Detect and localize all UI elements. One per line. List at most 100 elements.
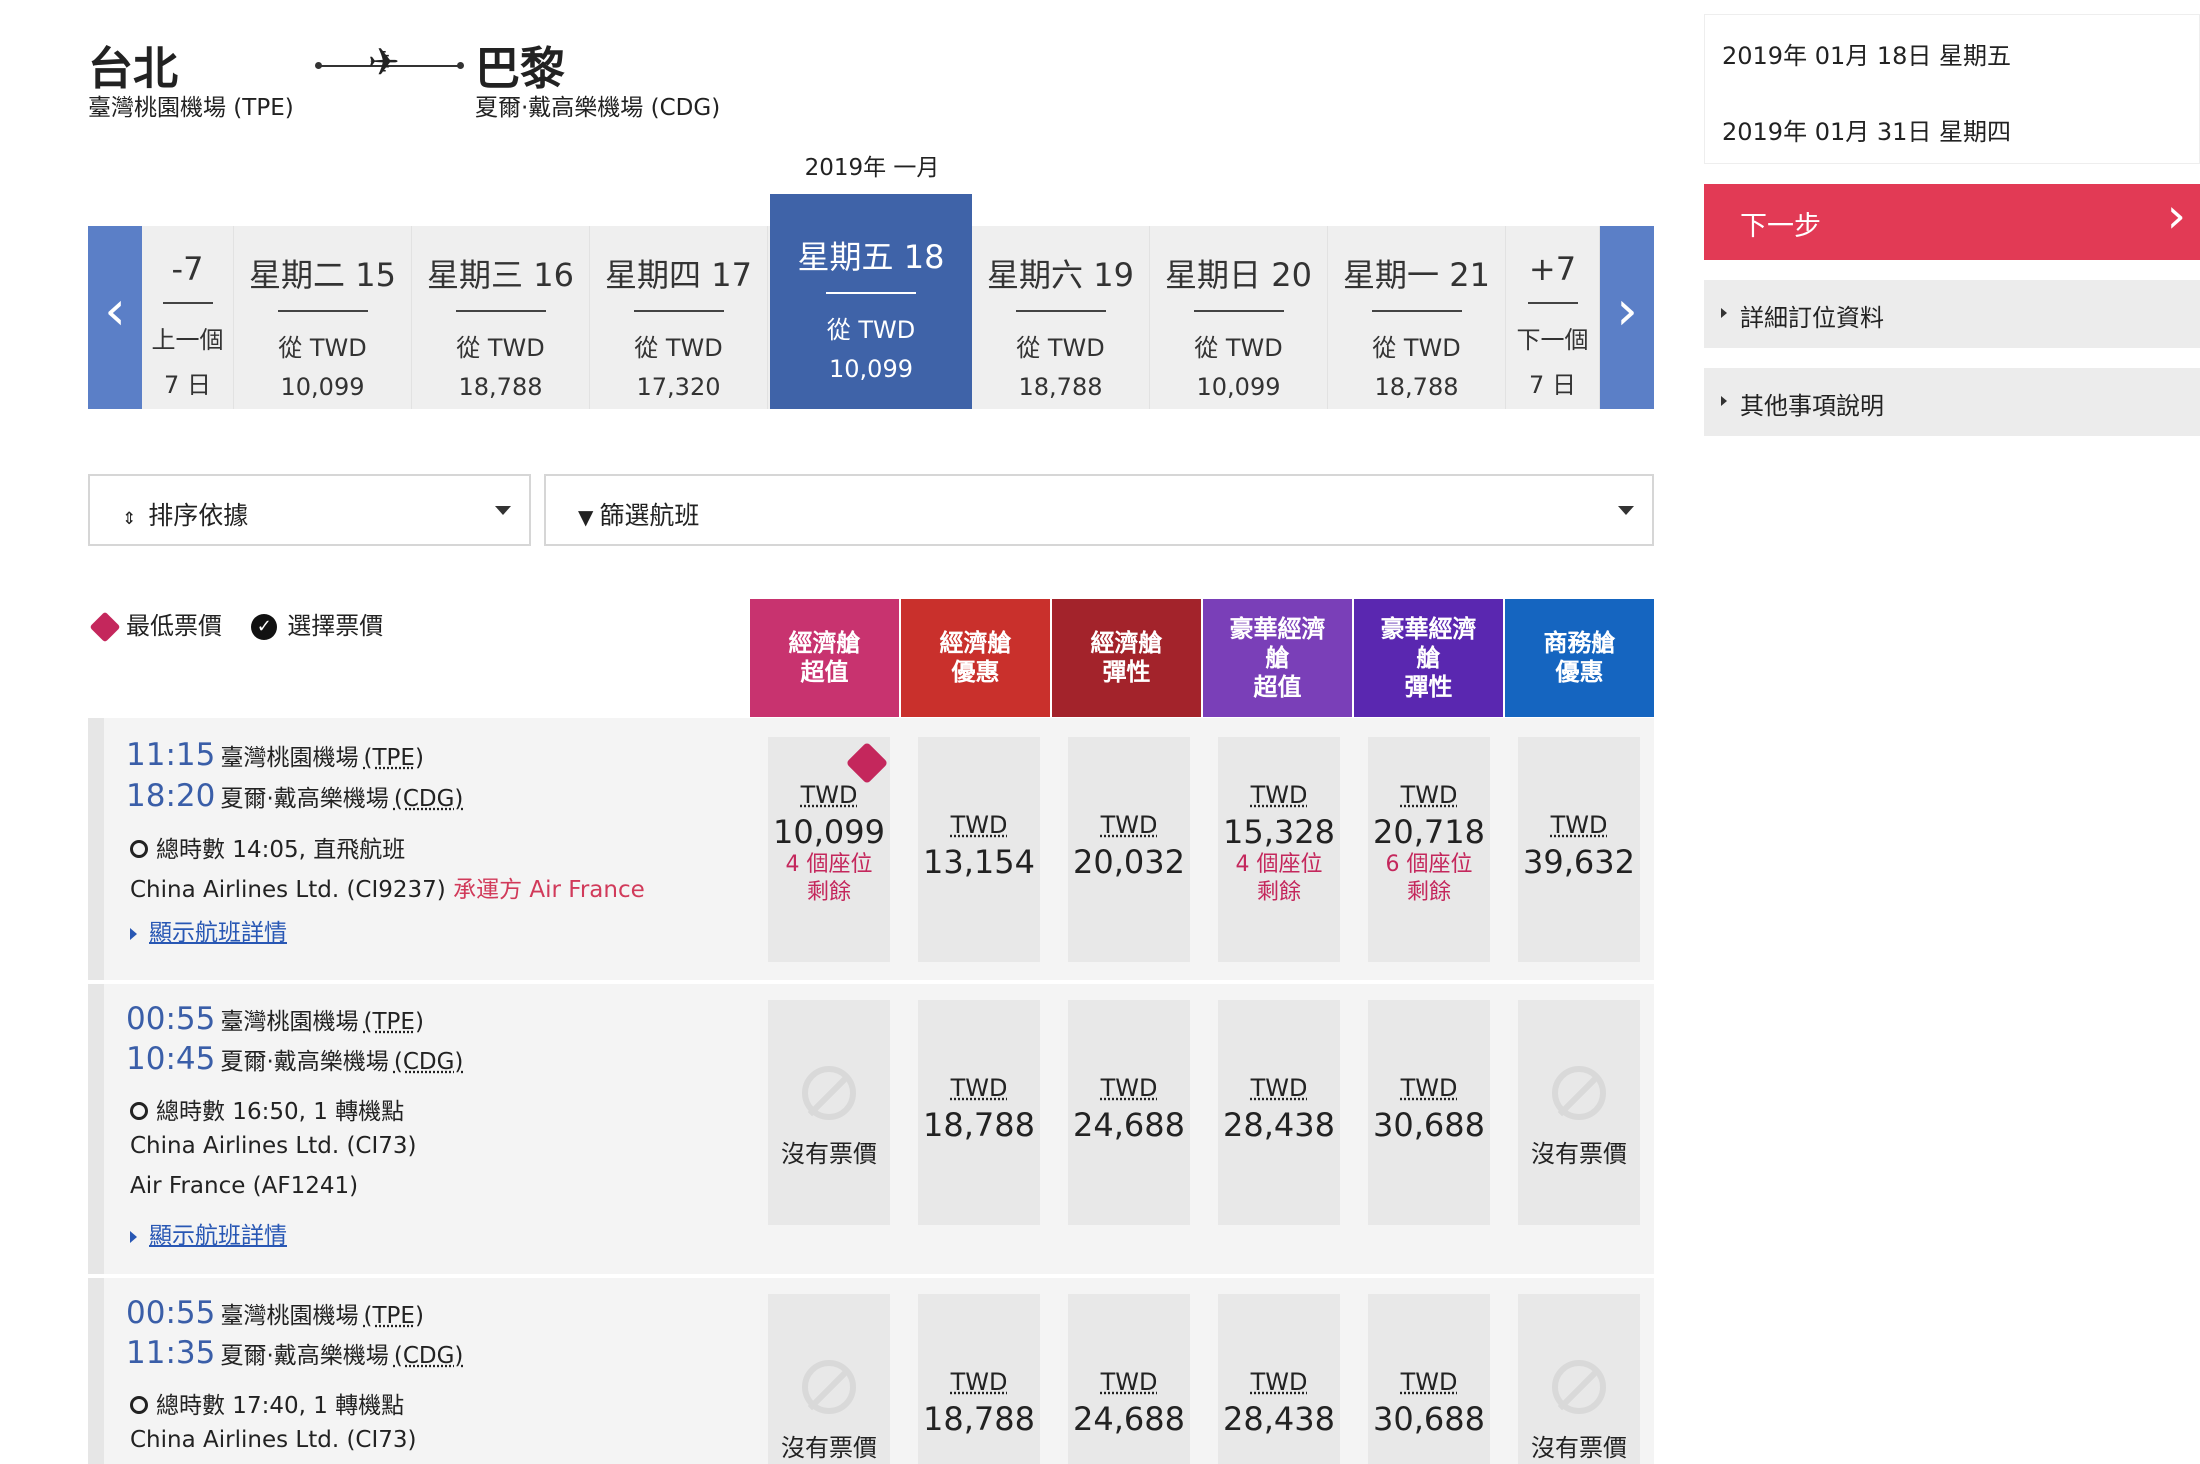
operated-by: 承運方 Air France xyxy=(453,877,645,903)
filter-dropdown[interactable]: ▼ 篩選航班 xyxy=(544,474,1654,546)
not-available-icon xyxy=(802,1066,856,1120)
duration-text: 總時數 17:40, 1 轉機點 xyxy=(156,1393,405,1419)
date-cell-divider xyxy=(826,292,916,294)
show-flight-details-link[interactable]: 顯示航班詳情 xyxy=(130,1216,287,1250)
date-cell-divider xyxy=(1015,310,1106,312)
filter-label-wrap: ▼ 篩選航班 xyxy=(578,496,699,532)
date-cell-wed-16[interactable]: 星期三 16 從 TWD 18,788 xyxy=(412,226,590,409)
date-cell-day: 星期四 17 xyxy=(605,256,752,294)
fare-currency: TWD xyxy=(800,781,858,809)
date-cell-day: 星期一 21 xyxy=(1343,256,1490,294)
departure-airport: 臺灣桃園機場 xyxy=(220,1009,359,1035)
date-cell-mon-21[interactable]: 星期一 21 從 TWD 18,788 xyxy=(1328,226,1506,409)
route-dot-end xyxy=(457,62,464,69)
other-info-label: 其他事項說明 xyxy=(1740,392,1884,420)
departure-line: 11:15 臺灣桃園機場 (TPE) xyxy=(126,737,424,773)
carrier-name: China Airlines Ltd. (CI73) xyxy=(130,1427,417,1453)
date-cell-divider xyxy=(455,310,546,312)
flight-row-accent xyxy=(88,718,104,980)
legend-lowest: 最低票價 xyxy=(126,612,222,640)
date-cell-line2: 10,099 xyxy=(829,355,913,383)
seats-remaining-suffix: 剩餘 xyxy=(1406,880,1451,905)
stopwatch-icon xyxy=(130,1395,148,1414)
fare-header-economy-value: 經濟艙 超值 xyxy=(750,599,899,717)
triangle-right-icon xyxy=(130,1230,137,1243)
fare-amount: 28,438 xyxy=(1223,1106,1335,1144)
fare-amount: 24,688 xyxy=(1073,1400,1185,1438)
fare-cell-economy-flex[interactable]: TWD 24,688 xyxy=(1068,1000,1190,1225)
sort-dropdown[interactable]: ⇕ 排序依據 xyxy=(88,474,531,546)
date-cell-tue-15[interactable]: 星期二 15 從 TWD 10,099 xyxy=(234,226,412,409)
not-available-icon xyxy=(1552,1360,1606,1414)
prev-dates-arrow[interactable]: ‹ xyxy=(88,226,142,409)
fare-cell-economy-flex[interactable]: TWD 24,688 xyxy=(1068,1294,1190,1464)
date-cell-line2: 7 日 xyxy=(164,371,211,399)
show-flight-details-link[interactable]: 顯示航班詳情 xyxy=(130,913,287,947)
fare-cell-economy-value: 沒有票價 xyxy=(768,1000,890,1225)
date-cell-sat-19[interactable]: 星期六 19 從 TWD 18,788 xyxy=(972,226,1150,409)
date-cell-sun-20[interactable]: 星期日 20 從 TWD 10,099 xyxy=(1150,226,1328,409)
date-cell-next-week[interactable]: +7 下一個 7 日 xyxy=(1506,226,1600,409)
fare-amount: 13,154 xyxy=(923,843,1035,881)
date-cell-line1: 從 TWD xyxy=(1372,334,1461,362)
fare-currency: TWD xyxy=(1400,1368,1458,1396)
departure-code: (TPE) xyxy=(363,745,424,771)
date-cell-day: 星期三 16 xyxy=(427,256,574,294)
fare-currency: TWD xyxy=(1250,1368,1308,1396)
fare-cell-premium-value[interactable]: TWD 28,438 xyxy=(1218,1000,1340,1225)
date-cell-day: 星期日 20 xyxy=(1165,256,1312,294)
date-cell-line1: 從 TWD xyxy=(634,334,723,362)
fare-currency: TWD xyxy=(950,811,1008,839)
arrival-airport: 夏爾·戴高樂機場 xyxy=(220,1049,389,1075)
fare-currency: TWD xyxy=(1100,1368,1158,1396)
fare-amount: 10,099 xyxy=(773,813,885,851)
filter-icon: ▼ xyxy=(578,505,594,529)
departure-time: 00:55 xyxy=(126,1295,216,1331)
fare-currency: TWD xyxy=(1250,781,1308,809)
date-cell-divider xyxy=(1371,310,1462,312)
arrival-code: (CDG) xyxy=(393,1049,464,1075)
carrier-name-2: Air France (AF1241) xyxy=(130,1173,359,1199)
return-date: 2019年 01月 31日 星期四 xyxy=(1722,118,2012,146)
duration-line: 總時數 14:05, 直飛航班 xyxy=(130,830,405,864)
fare-cell-premium-value[interactable]: TWD 28,438 xyxy=(1218,1294,1340,1464)
date-cell-day: -7 xyxy=(171,250,204,288)
carrier-line-2: Air France (AF1241) xyxy=(130,1173,358,1199)
arrival-time: 10:45 xyxy=(126,1041,216,1077)
fare-cell-premium-flex[interactable]: TWD 20,718 6 個座位 剩餘 xyxy=(1368,737,1490,962)
fare-cell-economy-saver[interactable]: TWD 13,154 xyxy=(918,737,1040,962)
fare-cell-economy-saver[interactable]: TWD 18,788 xyxy=(918,1000,1040,1225)
date-cell-day: 星期五 18 xyxy=(797,238,945,276)
carrier-line: China Airlines Ltd. (CI73) xyxy=(130,1427,417,1453)
date-cell-divider xyxy=(1527,302,1578,304)
fare-amount: 18,788 xyxy=(923,1400,1035,1438)
date-cell-divider xyxy=(162,302,213,304)
date-cell-thu-17[interactable]: 星期四 17 從 TWD 17,320 xyxy=(590,226,768,409)
fare-cell-economy-flex[interactable]: TWD 20,032 xyxy=(1068,737,1190,962)
no-fare-label: 沒有票價 xyxy=(781,1140,877,1168)
fare-currency: TWD xyxy=(1400,781,1458,809)
arrival-airport: 夏爾·戴高樂機場 xyxy=(220,1343,389,1369)
arrival-airport: 夏爾·戴高樂機場 xyxy=(220,786,389,812)
fare-cell-premium-value[interactable]: TWD 15,328 4 個座位 剩餘 xyxy=(1218,737,1340,962)
other-info-accordion[interactable]: 其他事項說明 xyxy=(1704,368,2200,436)
date-cell-prev-week[interactable]: -7 上一個 7 日 xyxy=(142,226,234,409)
date-cell-line1: 上一個 xyxy=(151,326,224,354)
filter-label: 篩選航班 xyxy=(599,501,700,530)
fare-cell-premium-flex[interactable]: TWD 30,688 xyxy=(1368,1294,1490,1464)
fare-currency: TWD xyxy=(950,1368,1008,1396)
duration-text: 總時數 16:50, 1 轉機點 xyxy=(156,1099,405,1125)
next-step-button[interactable]: 下一步 › xyxy=(1704,184,2200,260)
fare-cell-premium-flex[interactable]: TWD 30,688 xyxy=(1368,1000,1490,1225)
date-cell-line1: 從 TWD xyxy=(826,316,916,344)
next-dates-arrow[interactable]: › xyxy=(1600,226,1654,409)
date-cell-line1: 從 TWD xyxy=(278,334,367,362)
fare-header-business-saver: 商務艙 優惠 xyxy=(1505,599,1654,717)
arrival-time: 11:35 xyxy=(126,1335,216,1371)
fare-cell-economy-saver[interactable]: TWD 18,788 xyxy=(918,1294,1040,1464)
legend: 最低票價 ✓ 選擇票價 xyxy=(89,606,383,643)
date-cell-fri-18-selected[interactable]: 星期五 18 從 TWD 10,099 xyxy=(770,194,972,409)
fare-cell-business-saver[interactable]: TWD 39,632 xyxy=(1518,737,1640,962)
arrival-time: 18:20 xyxy=(126,778,216,814)
booking-details-accordion[interactable]: 詳細訂位資料 xyxy=(1704,280,2200,348)
